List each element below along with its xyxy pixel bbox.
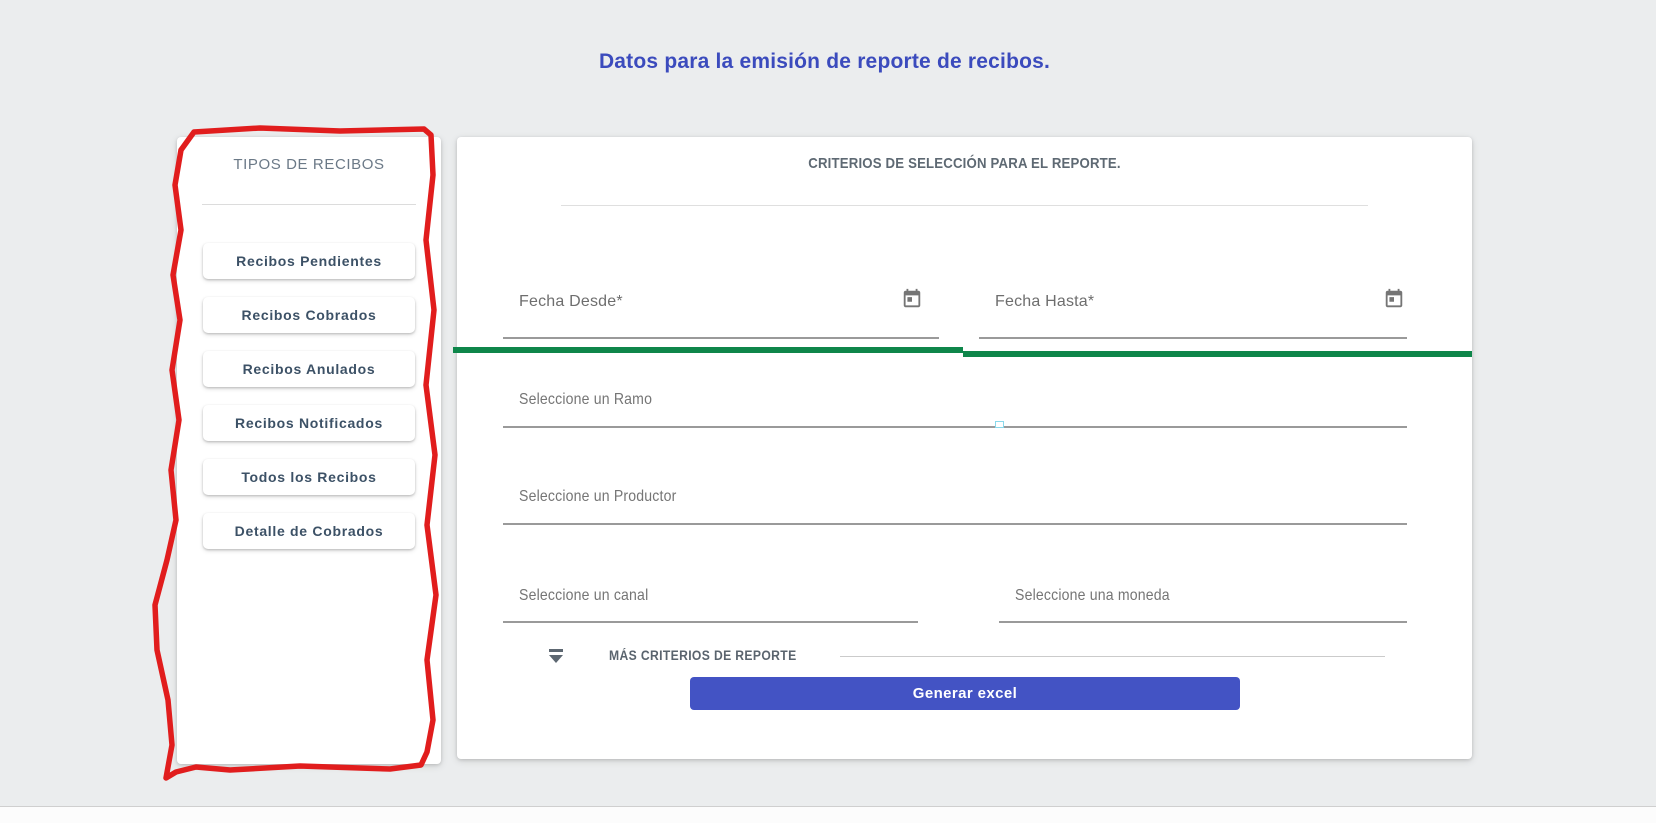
ramo-select[interactable]: Seleccione un Ramo	[519, 391, 652, 409]
moneda-select[interactable]: Seleccione una moneda	[1015, 587, 1170, 605]
sidebar-divider	[202, 204, 416, 205]
canal-select[interactable]: Seleccione un canal	[519, 587, 648, 605]
calendar-icon	[901, 298, 923, 313]
sidebar-button-recibos-anulados[interactable]: Recibos Anulados	[203, 351, 415, 387]
sidebar-button-recibos-pendientes[interactable]: Recibos Pendientes	[203, 243, 415, 279]
green-bar-right	[963, 351, 1472, 357]
fecha-hasta-underline	[979, 337, 1407, 339]
sidebar-title: TIPOS DE RECIBOS	[177, 156, 441, 173]
sidebar-button-recibos-cobrados[interactable]: Recibos Cobrados	[203, 297, 415, 333]
fecha-hasta-datepicker-toggle[interactable]	[1382, 288, 1406, 312]
fecha-hasta-input[interactable]: Fecha Hasta*	[995, 293, 1094, 311]
page-title: Datos para la emisión de reporte de reci…	[177, 50, 1472, 74]
ramo-caret-mark	[995, 421, 1004, 428]
more-criteria-divider	[840, 656, 1385, 657]
productor-underline	[503, 523, 1407, 525]
report-page: Datos para la emisión de reporte de reci…	[0, 0, 1656, 823]
fecha-desde-underline	[503, 337, 939, 339]
ramo-underline	[503, 426, 1407, 428]
sidebar-button-recibos-notificados[interactable]: Recibos Notificados	[203, 405, 415, 441]
more-criteria-expander[interactable]: MÁS CRITERIOS DE REPORTE	[457, 641, 1472, 675]
calendar-icon	[1383, 298, 1405, 313]
sidebar-panel: TIPOS DE RECIBOS Recibos Pendientes Reci…	[177, 137, 441, 764]
canal-underline	[503, 621, 918, 623]
fecha-desde-datepicker-toggle[interactable]	[900, 288, 924, 312]
sidebar-button-detalle-de-cobrados[interactable]: Detalle de Cobrados	[203, 513, 415, 549]
more-criteria-label: MÁS CRITERIOS DE REPORTE	[609, 648, 797, 663]
filter-dropdown-icon	[548, 649, 564, 663]
form-divider	[561, 205, 1368, 206]
generate-excel-button[interactable]: Generar excel	[690, 677, 1240, 710]
report-criteria-panel: CRITERIOS DE SELECCIÓN PARA EL REPORTE. …	[457, 137, 1472, 759]
productor-select[interactable]: Seleccione un Productor	[519, 488, 676, 506]
moneda-underline	[999, 621, 1407, 623]
sidebar-button-todos-los-recibos[interactable]: Todos los Recibos	[203, 459, 415, 495]
form-title: CRITERIOS DE SELECCIÓN PARA EL REPORTE.	[518, 155, 1411, 172]
bottom-strip	[0, 806, 1656, 823]
green-bar-left	[453, 347, 963, 353]
fecha-desde-input[interactable]: Fecha Desde*	[519, 293, 623, 311]
